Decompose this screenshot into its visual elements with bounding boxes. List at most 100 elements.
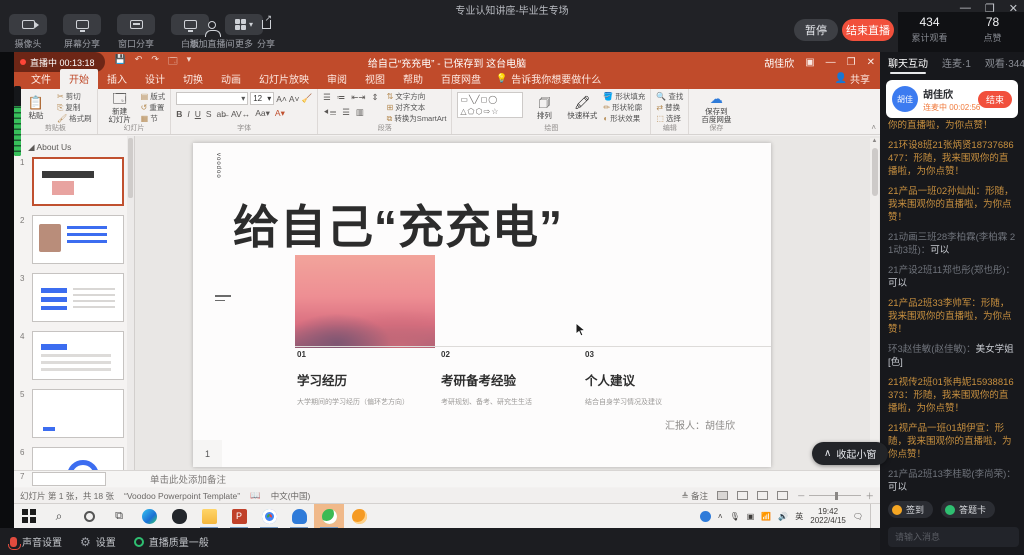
stream-quality-indicator[interactable]: 直播质量一般	[134, 534, 209, 549]
start-button[interactable]	[14, 504, 44, 529]
font-color-button[interactable]: A▾	[275, 108, 285, 119]
font-name-select[interactable]: ▾	[176, 92, 248, 105]
orange-app-icon[interactable]	[344, 504, 374, 529]
spellcheck-icon[interactable]: 📖	[250, 490, 261, 501]
tray-network-icon[interactable]: 📶	[761, 512, 771, 521]
chrome-icon[interactable]	[254, 504, 284, 529]
slideshow-view-icon[interactable]	[777, 491, 788, 500]
slide-thumbnail-row[interactable]: 1	[20, 157, 132, 206]
ribbon-tab[interactable]: 百度网盘	[432, 69, 490, 89]
tray-chevron-icon[interactable]: ˄	[718, 512, 723, 521]
taskbar-clock[interactable]: 19:42 2022/4/15	[810, 507, 846, 525]
ppt-close-icon[interactable]: ✕	[867, 57, 875, 68]
reset-button[interactable]: ↺重置	[141, 103, 166, 113]
netdisk-app-icon[interactable]	[284, 504, 314, 529]
slide-thumbnail-row[interactable]: 4	[20, 331, 132, 380]
ribbon-tab[interactable]: 插入	[98, 69, 136, 89]
sidebar-tab[interactable]: 聊天互动	[888, 55, 928, 73]
live-app-icon[interactable]	[314, 504, 344, 529]
collapse-ribbon-icon[interactable]: ˄	[871, 123, 876, 132]
slide-scrollbar[interactable]: ▲▼	[870, 138, 879, 464]
window-share-button[interactable]: 窗口分享	[114, 14, 158, 50]
tell-me-box[interactable]: 💡 告诉我你想要做什么	[496, 71, 601, 89]
settings-button[interactable]: ⚙ 设置	[80, 534, 116, 549]
ribbon-tab[interactable]: 文件	[22, 69, 60, 89]
ppt-restore-icon[interactable]: ❐	[847, 57, 856, 68]
normal-view-icon[interactable]	[717, 491, 728, 500]
indent-icons[interactable]: ⇤⇥	[351, 92, 365, 103]
ribbon-tab[interactable]: 幻灯片放映	[250, 69, 318, 89]
sidebar-tab[interactable]: 连麦·1	[942, 55, 971, 73]
line-spacing-icon[interactable]: ⇕	[371, 92, 378, 103]
tray-badge-icon[interactable]: ▣	[747, 512, 755, 521]
share-button[interactable]: 分享	[244, 14, 288, 50]
powerpoint-icon[interactable]: P	[224, 504, 254, 529]
search-icon[interactable]: ⌕	[44, 504, 74, 529]
paste-button[interactable]: 📋 粘贴	[19, 92, 53, 123]
slide-thumbnail[interactable]	[32, 157, 124, 206]
font-size-select[interactable]: 12▾	[250, 92, 274, 105]
end-mic-button[interactable]: 结束	[978, 91, 1012, 108]
task-view-icon[interactable]: ⧉	[104, 504, 134, 529]
slide-7-thumbnail[interactable]	[32, 472, 106, 486]
align-center-icon[interactable]: ☰	[342, 107, 350, 118]
slide-sorter-icon[interactable]	[737, 491, 748, 500]
bold-button[interactable]: B	[176, 109, 182, 119]
tray-app-icon[interactable]	[700, 511, 711, 522]
chat-message-list[interactable]: 21动画3班12敏伸郎(智伸郎)：可以 21环设7班25胡焕焕：形随，我来围观你…	[880, 120, 1024, 496]
bullets-icon[interactable]: ☰	[323, 92, 331, 103]
slide-thumbnail-row[interactable]: 3	[20, 273, 132, 322]
chat-input[interactable]	[888, 527, 1019, 547]
ribbon-tab[interactable]: 设计	[136, 69, 174, 89]
sound-settings-button[interactable]: 声音设置	[10, 534, 62, 549]
change-case-button[interactable]: Aa▾	[255, 108, 270, 119]
slide-thumbnail-row[interactable]: 2	[20, 215, 132, 264]
file-explorer-icon[interactable]	[194, 504, 224, 529]
pause-button[interactable]: 暂停	[794, 19, 838, 41]
cortana-icon[interactable]	[74, 504, 104, 529]
collapse-window-button[interactable]: ∧ 收起小窗	[812, 442, 888, 465]
undo-icon[interactable]: ↶	[135, 54, 143, 70]
layout-button[interactable]: ▤版式	[141, 92, 166, 102]
notes-pane[interactable]: 7 单击此处添加备注	[14, 470, 880, 487]
ribbon-tab[interactable]: 帮助	[394, 69, 432, 89]
shapes-gallery[interactable]: ▭╲╱◻◯△⬠⬡⇨☆	[457, 92, 523, 118]
numbering-icon[interactable]: ≔	[337, 92, 346, 103]
shape-fill-button[interactable]: 🪣形状填充	[603, 92, 645, 102]
slide-thumbnail[interactable]	[32, 331, 124, 380]
char-spacing-button[interactable]: AV↔	[231, 109, 250, 119]
slide-thumbnail-row[interactable]: 5	[20, 389, 132, 438]
redo-icon[interactable]: ↷	[151, 54, 159, 70]
underline-button[interactable]: U	[195, 109, 201, 119]
shadow-button[interactable]: S	[206, 109, 212, 119]
cut-button[interactable]: ✂剪切	[57, 92, 92, 102]
tray-volume-icon[interactable]: 🔊	[778, 512, 788, 521]
section-header[interactable]: ◢ About Us	[28, 142, 132, 153]
ribbon-tab[interactable]: 开始	[60, 69, 98, 89]
reading-view-icon[interactable]	[757, 491, 768, 500]
zoom-out-icon[interactable]: －	[797, 490, 806, 502]
end-live-button[interactable]: 结束直播	[842, 19, 894, 41]
shrink-font-icon[interactable]: A˅	[289, 94, 300, 104]
zoom-slider[interactable]	[835, 492, 838, 500]
new-slide-button[interactable]: 🗔 新建 幻灯片	[103, 92, 137, 123]
grow-font-icon[interactable]: A˄	[276, 94, 287, 104]
text-direction-button[interactable]: ⇅文字方向	[387, 92, 447, 102]
zoom-control[interactable]: － ＋	[797, 490, 874, 502]
ribbon-tab[interactable]: 视图	[356, 69, 394, 89]
add-room-button[interactable]: 添加直播间	[190, 14, 234, 50]
ribbon-options-icon[interactable]: ▣	[805, 57, 814, 68]
clear-format-icon[interactable]: 🧹	[302, 93, 313, 104]
save-icon[interactable]: 💾	[115, 54, 126, 70]
save-to-netdisk-button[interactable]: ☁ 保存到 百度网盘	[694, 92, 738, 123]
find-button[interactable]: 🔍查找	[656, 92, 683, 102]
italic-button[interactable]: I	[187, 109, 189, 119]
slide-thumbnail[interactable]	[32, 447, 124, 470]
slide-thumbnail[interactable]	[32, 215, 124, 264]
ime-indicator[interactable]: 英	[795, 511, 803, 522]
notification-center-icon[interactable]: 🗨	[853, 512, 863, 521]
qat-caret-icon[interactable]: ▾	[187, 54, 192, 70]
strikethrough-button[interactable]: ab̶	[217, 109, 226, 119]
sidebar-tab[interactable]: 观看·344	[985, 55, 1024, 73]
ppt-account-name[interactable]: 胡佳欣	[764, 55, 794, 70]
